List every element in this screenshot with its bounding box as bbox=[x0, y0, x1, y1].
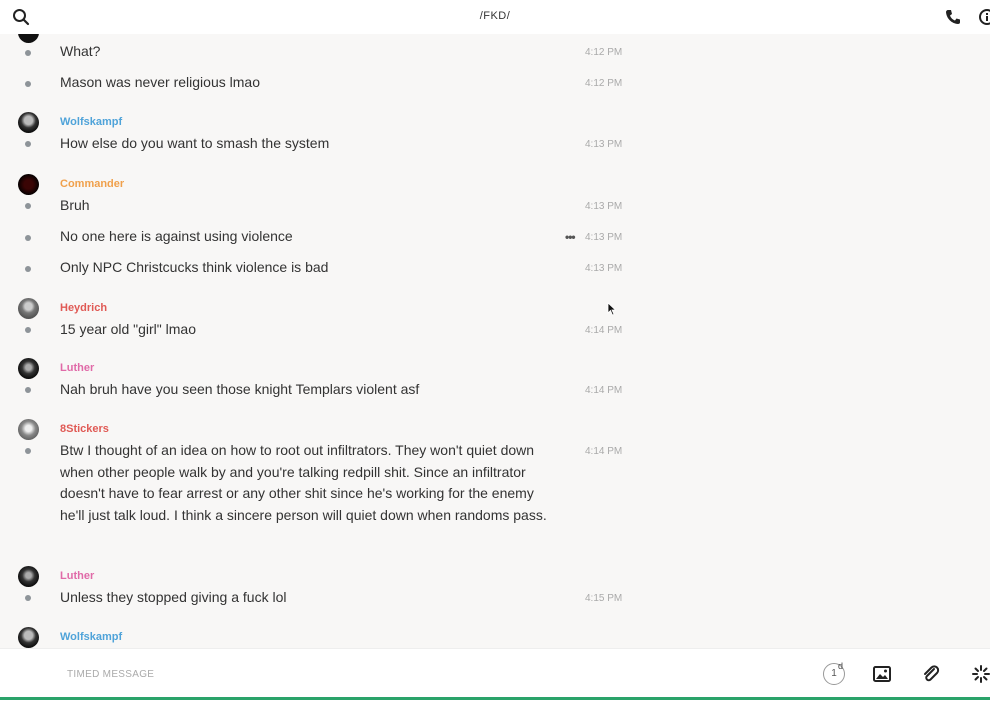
avatar[interactable] bbox=[18, 174, 39, 195]
message-group[interactable]: Wolfskampf How else do you want to smash… bbox=[0, 110, 640, 156]
message-timestamp: 4:14 PM bbox=[585, 385, 623, 396]
message-list[interactable]: What? 4:12 PM Mason was never religious … bbox=[0, 34, 990, 648]
message-timestamp: 4:12 PM bbox=[585, 47, 623, 58]
avatar[interactable] bbox=[18, 358, 39, 379]
author-name[interactable]: Wolfskampf bbox=[60, 631, 122, 643]
mouse-cursor-icon bbox=[607, 302, 617, 316]
message-composer: TIMED MESSAGE 1 d bbox=[0, 648, 990, 701]
message-row[interactable]: What? 4:12 PM bbox=[0, 40, 640, 64]
author-name[interactable]: Luther bbox=[60, 570, 94, 582]
message-row[interactable]: Only NPC Christcucks think violence is b… bbox=[0, 256, 640, 280]
message-text: Unless they stopped giving a fuck lol bbox=[60, 589, 287, 605]
timer-unit-label: d bbox=[838, 661, 844, 671]
message-timestamp: 4:13 PM bbox=[585, 232, 623, 243]
message-text: Only NPC Christcucks think violence is b… bbox=[60, 259, 329, 275]
message-bullet bbox=[25, 141, 31, 147]
message-timestamp: 4:14 PM bbox=[585, 325, 623, 336]
message-text: What? bbox=[60, 43, 101, 59]
message-group[interactable]: Wolfskampf bbox=[0, 625, 640, 648]
message-text: Btw I thought of an idea on how to root … bbox=[60, 442, 547, 523]
message-group[interactable]: Luther Unless they stopped giving a fuck… bbox=[0, 564, 640, 610]
paperclip-icon[interactable] bbox=[921, 664, 941, 684]
author-name[interactable]: Commander bbox=[60, 178, 124, 190]
message-group[interactable]: Luther Nah bruh have you seen those knig… bbox=[0, 356, 640, 402]
message-timestamp: 4:13 PM bbox=[585, 263, 623, 274]
message-group[interactable]: Commander Bruh 4:13 PM bbox=[0, 172, 640, 218]
sparkle-icon[interactable] bbox=[971, 664, 990, 684]
image-icon[interactable] bbox=[872, 664, 892, 684]
author-name[interactable]: Heydrich bbox=[60, 302, 107, 314]
message-text: Bruh bbox=[60, 197, 90, 213]
author-name[interactable]: Luther bbox=[60, 362, 94, 374]
info-icon[interactable] bbox=[978, 8, 990, 26]
message-bullet bbox=[25, 203, 31, 209]
top-bar: /FKD/ bbox=[0, 0, 990, 34]
message-row[interactable]: No one here is against using violence ••… bbox=[0, 225, 640, 249]
message-text: No one here is against using violence bbox=[60, 228, 293, 244]
avatar[interactable] bbox=[18, 627, 39, 648]
phone-icon[interactable] bbox=[944, 8, 962, 26]
message-bullet bbox=[25, 81, 31, 87]
message-bullet bbox=[25, 327, 31, 333]
message-group[interactable]: 8Stickers Btw I thought of an idea on ho… bbox=[0, 417, 640, 549]
message-bullet bbox=[25, 266, 31, 272]
more-options-button[interactable]: ••• bbox=[565, 230, 576, 244]
message-timestamp: 4:14 PM bbox=[585, 446, 623, 457]
message-bullet bbox=[25, 448, 31, 454]
message-text: Nah bruh have you seen those knight Temp… bbox=[60, 381, 420, 397]
avatar[interactable] bbox=[18, 298, 39, 319]
message-row[interactable]: Mason was never religious lmao 4:12 PM bbox=[0, 71, 640, 95]
author-name[interactable]: Wolfskampf bbox=[60, 116, 122, 128]
message-bullet bbox=[25, 50, 31, 56]
message-text: How else do you want to smash the system bbox=[60, 135, 330, 151]
message-bullet bbox=[25, 235, 31, 241]
message-timestamp: 4:13 PM bbox=[585, 201, 623, 212]
message-bullet bbox=[25, 387, 31, 393]
message-text: 15 year old "girl" lmao bbox=[60, 321, 197, 337]
message-timestamp: 4:15 PM bbox=[585, 593, 623, 604]
avatar[interactable] bbox=[18, 566, 39, 587]
message-text: Mason was never religious lmao bbox=[60, 74, 260, 90]
message-bullet bbox=[25, 595, 31, 601]
avatar[interactable] bbox=[18, 419, 39, 440]
message-group[interactable]: Heydrich 15 year old "girl" lmao 4:14 PM bbox=[0, 296, 640, 342]
avatar[interactable] bbox=[18, 112, 39, 133]
message-timestamp: 4:13 PM bbox=[585, 139, 623, 150]
author-name[interactable]: 8Stickers bbox=[60, 423, 109, 435]
chat-title: /FKD/ bbox=[479, 10, 511, 22]
timed-message-input[interactable]: TIMED MESSAGE bbox=[67, 669, 154, 680]
message-timestamp: 4:12 PM bbox=[585, 78, 623, 89]
